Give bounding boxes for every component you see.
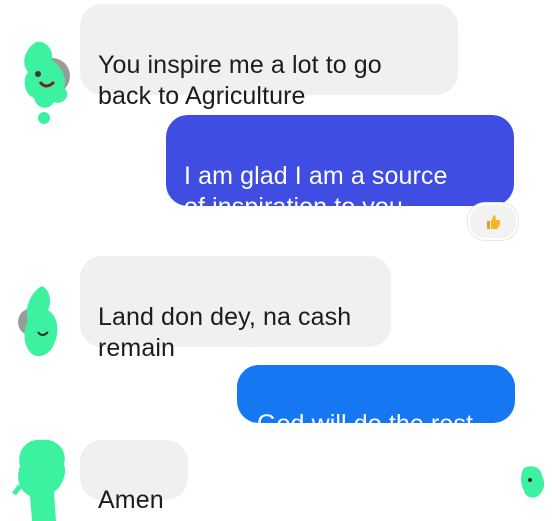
read-receipt-avatar (521, 466, 545, 498)
outgoing-message-bubble[interactable]: I am glad I am a source of inspiration t… (166, 115, 514, 221)
outgoing-message-bubble[interactable]: God will do the rest (237, 365, 515, 438)
incoming-message-bubble[interactable]: Amen (80, 440, 188, 514)
message-text: You inspire me a lot to go back to Agric… (98, 51, 382, 110)
message-text: I am glad I am a source of inspiration t… (184, 162, 448, 221)
contact-avatar[interactable] (18, 282, 68, 364)
message-reaction[interactable] (468, 203, 518, 240)
message-text: Amen (98, 486, 164, 514)
contact-avatar[interactable] (14, 36, 72, 124)
incoming-message-bubble[interactable]: You inspire me a lot to go back to Agric… (80, 4, 458, 110)
thumbs-up-icon (487, 214, 501, 229)
message-text: God will do the rest (257, 410, 473, 438)
message-text: Land don dey, na cash remain (98, 303, 352, 362)
incoming-message-bubble[interactable]: Land don dey, na cash remain (80, 256, 391, 362)
contact-avatar[interactable] (10, 436, 72, 521)
